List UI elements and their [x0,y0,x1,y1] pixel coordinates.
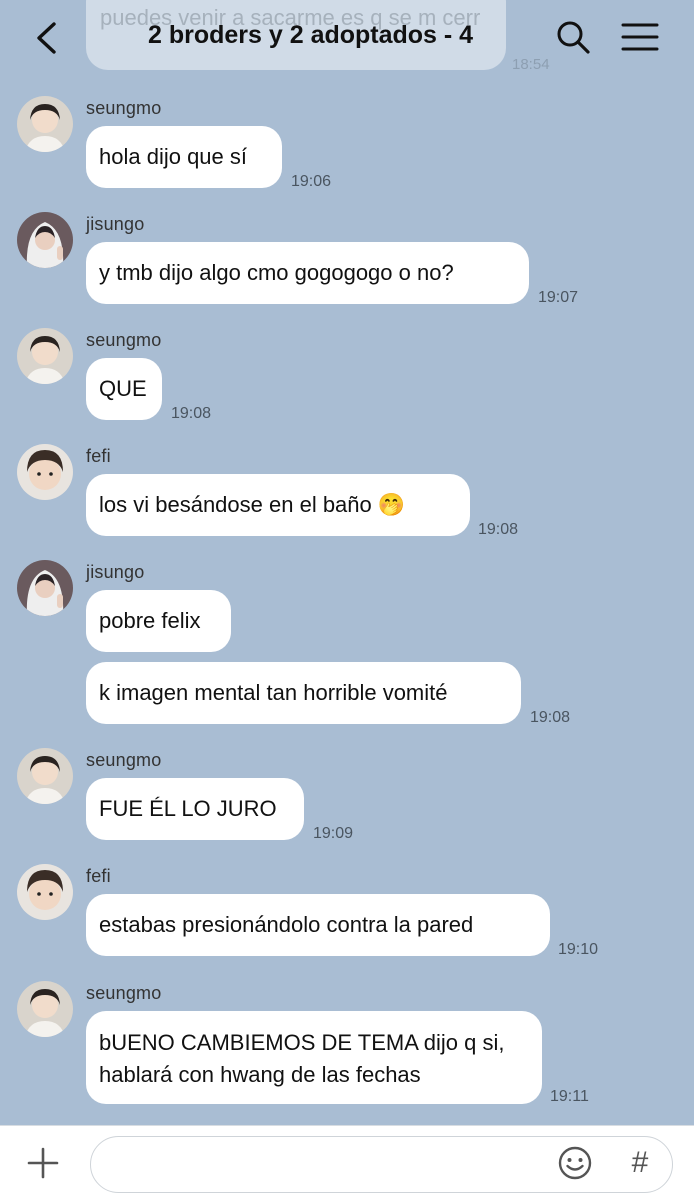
message-text: QUE [99,376,147,401]
search-button[interactable] [554,18,592,56]
chat-title: 2 broders y 2 adoptados - 4 [148,21,474,49]
attach-button[interactable] [26,1146,60,1180]
message-text: k imagen mental tan horrible vomité [99,680,448,705]
avatar[interactable] [17,981,73,1037]
menu-button[interactable] [620,20,660,54]
sender-name: seungmo [86,98,162,118]
message-time: 19:08 [478,521,519,538]
chevron-left-icon [37,22,56,54]
message-text: y tmb dijo algo cmo gogogogo o no? [99,260,454,285]
header-bar: 2 broders y 2 adoptados - 4 [0,0,694,82]
sender-name: seungmo [86,330,162,350]
sender-name: jisungo [86,562,145,582]
sender-name: seungmo [86,750,162,770]
message-bubble[interactable]: estabas presionándolo contra la pared [86,894,550,956]
avatar[interactable] [17,444,73,500]
message-bubble[interactable]: y tmb dijo algo cmo gogogogo o no? [86,242,529,304]
sender-name: fefi [86,866,111,886]
message-text: pobre felix [99,608,201,633]
message-bubble[interactable]: bUENO CAMBIEMOS DE TEMA dijo q si, habla… [86,1011,542,1104]
message-text: estabas presionándolo contra la pared [99,912,474,937]
message-time: 19:09 [313,825,354,842]
hamburger-menu-icon [621,23,659,51]
message-time: 19:11 [550,1088,589,1105]
message-bubble[interactable]: FUE ÉL LO JURO [86,778,304,840]
back-button[interactable] [28,18,64,58]
message-time: 19:06 [291,173,332,190]
avatar[interactable] [17,864,73,920]
message-bubble[interactable]: QUE [86,358,162,420]
chat-area[interactable]: puedes venir a sacarme es q se m cerr 18… [0,0,694,1125]
emoji-button[interactable] [557,1145,593,1181]
avatar[interactable] [17,328,73,384]
message-text: FUE ÉL LO JURO [99,796,277,821]
message-time: 19:10 [558,941,599,958]
avatar[interactable] [17,96,73,152]
sender-name: seungmo [86,983,162,1003]
message-text: hola dijo que sí [99,144,247,169]
message-time: 19:08 [171,405,212,422]
message-bubble[interactable]: pobre felix [86,590,231,652]
message-time: 19:08 [530,709,571,726]
search-icon [557,21,590,54]
message-bubble[interactable]: hola dijo que sí [86,126,282,188]
hashtag-button[interactable]: # [624,1145,656,1181]
avatar[interactable] [17,212,73,268]
plus-icon [27,1147,59,1179]
message-text: los vi besándose en el baño 🤭 [99,492,406,517]
message-time: 19:07 [538,289,579,306]
avatar[interactable] [17,560,73,616]
sender-name: jisungo [86,214,145,234]
message-text: bUENO CAMBIEMOS DE TEMA dijo q si, habla… [99,1030,505,1087]
message-bubble[interactable]: los vi besándose en el baño 🤭 [86,474,470,536]
emoji-icon [558,1146,592,1180]
message-bubble[interactable]: k imagen mental tan horrible vomité [86,662,521,724]
sender-name: fefi [86,446,111,466]
avatar[interactable] [17,748,73,804]
input-bar: # [0,1125,694,1201]
